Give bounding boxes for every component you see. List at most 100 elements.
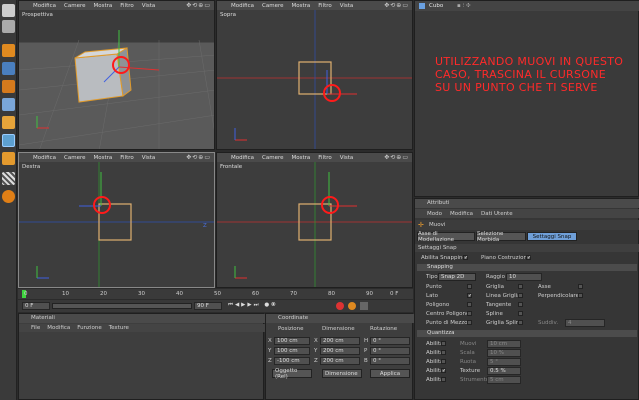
- rot-b-field[interactable]: 0 °: [370, 357, 410, 365]
- quantize-rotate-field[interactable]: 5 °: [487, 358, 521, 366]
- radius-field[interactable]: 10: [506, 273, 542, 281]
- tab-soft-selection[interactable]: Selezione Morbida: [476, 231, 526, 243]
- enable-snapping-checkbox[interactable]: ✓: [463, 255, 468, 261]
- points-mode-icon[interactable]: [2, 116, 15, 129]
- viewport-nav-icons[interactable]: ✥⟲⊕▭: [384, 2, 409, 9]
- pos-x-field[interactable]: 100 cm: [274, 337, 310, 345]
- texture-mode-icon[interactable]: [2, 80, 15, 93]
- workplane-checkbox[interactable]: ✓: [526, 255, 531, 261]
- quantize-move-checkbox[interactable]: [441, 341, 446, 346]
- quantize-move-field[interactable]: 10 cm: [487, 340, 521, 348]
- autokey-icon[interactable]: [348, 302, 356, 310]
- menu-mostra[interactable]: Mostra: [291, 155, 310, 161]
- quantize-texture-checkbox[interactable]: ✓: [441, 368, 446, 374]
- checker-icon[interactable]: [2, 172, 15, 185]
- menu-vista[interactable]: Vista: [142, 3, 156, 9]
- attr-menu-dati-utente[interactable]: Dati Utente: [481, 211, 513, 217]
- menu-vista[interactable]: Vista: [142, 155, 156, 161]
- dim-z-field[interactable]: 200 cm: [320, 357, 360, 365]
- rot-h-field[interactable]: 0 °: [370, 337, 410, 345]
- coordinate-mode-select[interactable]: Oggetto (Rel): [272, 368, 312, 380]
- redo-icon[interactable]: [2, 20, 15, 33]
- viewport-nav-icons[interactable]: ✥⟲⊕▭: [186, 2, 211, 9]
- snap-axis-checkbox[interactable]: [578, 284, 583, 289]
- quantize-texture-field[interactable]: 0.5 %: [487, 367, 521, 375]
- object-mode-icon[interactable]: [2, 62, 15, 75]
- pos-y-field[interactable]: 100 cm: [274, 347, 310, 355]
- menu-modifica[interactable]: Modifica: [231, 155, 254, 161]
- axis-mode-icon[interactable]: [2, 98, 15, 111]
- snap-polygon-center-checkbox[interactable]: [467, 311, 472, 316]
- quantize-scale-checkbox[interactable]: [441, 350, 446, 355]
- quantize-tool-checkbox[interactable]: [441, 377, 446, 382]
- materials-menu-texture[interactable]: Texture: [109, 325, 129, 331]
- materials-menu-modifica[interactable]: Modifica: [47, 325, 70, 331]
- snap-point-checkbox[interactable]: [467, 284, 472, 289]
- quantize-rotate-checkbox[interactable]: [441, 359, 446, 364]
- snap-perpendicular-checkbox[interactable]: [578, 293, 583, 298]
- object-name[interactable]: Cubo: [429, 3, 443, 9]
- playback-controls-icon[interactable]: ⏮◀▶▶⏭ ●⦿: [228, 302, 278, 309]
- snap-edge-checkbox[interactable]: ✓: [467, 293, 472, 299]
- range-slider[interactable]: [52, 303, 192, 309]
- snap-spline-checkbox[interactable]: [518, 311, 523, 316]
- menu-modifica[interactable]: Modifica: [231, 3, 254, 9]
- snap-grid-spline-checkbox[interactable]: [518, 320, 523, 325]
- snapping-section-header[interactable]: Snapping: [417, 264, 637, 271]
- type-select[interactable]: Snap 2D: [438, 273, 476, 281]
- menu-mostra[interactable]: Mostra: [291, 3, 310, 9]
- menu-camere[interactable]: Camere: [64, 155, 85, 161]
- menu-filtro[interactable]: Filtro: [120, 3, 133, 9]
- menu-filtro[interactable]: Filtro: [318, 3, 331, 9]
- materials-menu-funzione[interactable]: Funzione: [77, 325, 101, 331]
- record-icon[interactable]: [336, 302, 344, 310]
- menu-modifica[interactable]: Modifica: [33, 3, 56, 9]
- object-row[interactable]: Cubo ▪ ⁝ ✣: [415, 1, 639, 11]
- quantize-section-header[interactable]: Quantizza: [417, 330, 637, 337]
- viewport-nav-icons[interactable]: ✥⟲⊕▭: [186, 154, 211, 161]
- keyframe-icon[interactable]: [360, 302, 368, 310]
- size-mode-select[interactable]: Dimensione: [322, 369, 362, 378]
- viewport-top[interactable]: Modifica Camere Mostra Filtro Vista ✥⟲⊕▭…: [216, 0, 413, 150]
- attr-menu-modifica[interactable]: Modifica: [450, 211, 473, 217]
- quantize-scale-field[interactable]: 10 %: [487, 349, 521, 357]
- snap-icon[interactable]: [2, 190, 15, 203]
- timeline-ruler[interactable]: 0 10 20 30 40 50 60 70 80 90 0 F: [18, 289, 413, 299]
- materials-menu-file[interactable]: File: [31, 325, 40, 331]
- start-frame-field[interactable]: 0 F: [22, 302, 50, 310]
- viewport-nav-icons[interactable]: ✥⟲⊕▭: [384, 154, 409, 161]
- model-mode-icon[interactable]: [2, 44, 15, 57]
- menu-camere[interactable]: Camere: [262, 155, 283, 161]
- snap-midpoint-checkbox[interactable]: [467, 320, 472, 325]
- menu-filtro[interactable]: Filtro: [318, 155, 331, 161]
- attr-menu-modo[interactable]: Modo: [427, 211, 442, 217]
- menu-vista[interactable]: Vista: [340, 155, 354, 161]
- subdiv-field[interactable]: 4: [565, 319, 605, 327]
- edges-mode-icon[interactable]: [2, 134, 15, 147]
- menu-camere[interactable]: Camere: [262, 3, 283, 9]
- menu-camere[interactable]: Camere: [64, 3, 85, 9]
- tab-snap-settings[interactable]: Settaggi Snap: [527, 232, 577, 241]
- rot-p-field[interactable]: 0 °: [370, 347, 410, 355]
- menu-mostra[interactable]: Mostra: [93, 155, 112, 161]
- menu-vista[interactable]: Vista: [340, 3, 354, 9]
- apply-button[interactable]: Applica: [370, 369, 410, 378]
- snap-grid-checkbox[interactable]: [518, 284, 523, 289]
- snap-polygon-checkbox[interactable]: [467, 302, 472, 307]
- snap-tangent-checkbox[interactable]: [518, 302, 523, 307]
- polygons-mode-icon[interactable]: [2, 152, 15, 165]
- quantize-tool-field[interactable]: 5 cm: [487, 376, 521, 384]
- tab-modeling-axis[interactable]: Asse di Modellazione: [417, 231, 475, 243]
- end-frame-field[interactable]: 90 F: [194, 302, 222, 310]
- menu-filtro[interactable]: Filtro: [120, 155, 133, 161]
- viewport-perspective[interactable]: Modifica Camere Mostra Filtro Vista ✥⟲⊕▭…: [18, 0, 215, 150]
- viewport-front[interactable]: Modifica Camere Mostra Filtro Vista ✥⟲⊕▭…: [216, 152, 413, 288]
- viewport-right[interactable]: Modifica Camere Mostra Filtro Vista ✥⟲⊕▭…: [18, 152, 215, 288]
- snap-grid-line-checkbox[interactable]: [518, 293, 523, 298]
- undo-icon[interactable]: [2, 4, 15, 17]
- menu-mostra[interactable]: Mostra: [93, 3, 112, 9]
- menu-modifica[interactable]: Modifica: [33, 155, 56, 161]
- dim-x-field[interactable]: 200 cm: [320, 337, 360, 345]
- dim-y-field[interactable]: 200 cm: [320, 347, 360, 355]
- pos-z-field[interactable]: -100 cm: [274, 357, 310, 365]
